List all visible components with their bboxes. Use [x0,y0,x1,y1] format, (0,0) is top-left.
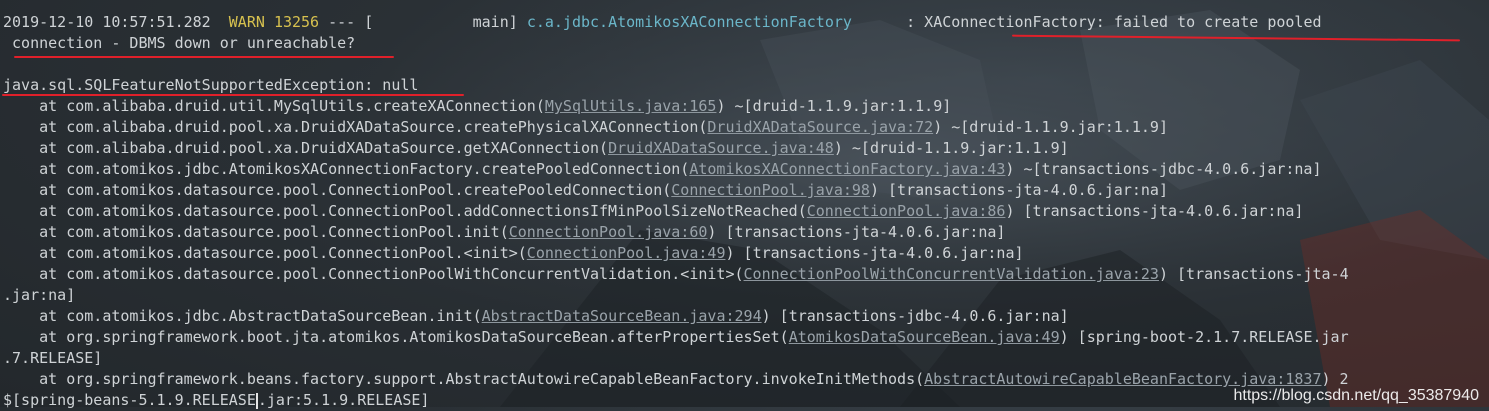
last-line: $[spring-beans-5.1.9.RELEASE .jar:5.1.9.R… [3,390,429,411]
stack-frame-jar-info: ) [transactions-jdbc-4.0.6.jar:na] [761,307,1069,325]
stack-frame-source-link[interactable]: DruidXADataSource.java:72 [707,118,933,136]
stack-frame-jar-info: ) [transactions-jta-4.0.6.jar:na] [1005,202,1304,220]
stack-frame-jar-info: ) ~[druid-1.1.9.jar:1.1.9] [833,139,1069,157]
stack-frame-line: at com.atomikos.datasource.pool.Connecti… [3,243,1024,264]
stack-frame-source-link[interactable]: DruidXADataSource.java:48 [608,139,834,157]
stack-frame-method: at com.atomikos.datasource.pool.Connecti… [3,181,672,199]
stack-frame-method: at com.alibaba.druid.util.MySqlUtils.cre… [3,97,545,115]
stack-frame-source-link[interactable]: AbstractAutowireCapableBeanFactory.java:… [924,370,1321,388]
last-line-after-cursor: .jar:5.1.9.RELEASE] [257,391,430,409]
log-timestamp: 2019-12-10 10:57:51.282 [3,13,211,31]
highlight-underline-exception [2,94,464,96]
log-separator: --- [ [328,13,374,31]
highlight-underline-message [1012,34,1460,42]
stack-frame-line: at com.atomikos.jdbc.AbstractDataSourceB… [3,306,1069,327]
stack-frame-jar-info: ) ~[transactions-jdbc-4.0.6.jar:na] [1005,160,1322,178]
watermark-text: https://blog.csdn.net/qq_35387940 [1233,387,1479,404]
exception-text: java.sql.SQLFeatureNotSupportedException… [3,76,419,94]
stack-frame-jar-info: ) ~[druid-1.1.9.jar:1.1.9] [933,118,1168,136]
log-message-line2: connection - DBMS down or unreachable? [3,33,355,54]
stack-frame-line: at com.atomikos.datasource.pool.Connecti… [3,201,1303,222]
log-colon: : [906,13,916,31]
stack-frame-line: .jar:na] [3,285,75,306]
stack-frame-line: at org.springframework.boot.jta.atomikos… [3,327,1349,348]
stack-frame-source-link[interactable]: AbstractDataSourceBean.java:294 [482,307,762,325]
log-message-part2: connection - DBMS down or unreachable? [12,34,356,52]
stack-frame-line: at com.alibaba.druid.util.MySqlUtils.cre… [3,96,951,117]
stack-frame-jar-info: ) [transactions-jta-4.0.6.jar:na] [707,223,1006,241]
stack-frame-source-link[interactable]: ConnectionPool.java:49 [527,244,726,262]
highlight-underline-message2 [14,56,394,58]
last-line-before-cursor: $[spring-beans-5.1.9.RELEASE [3,391,256,409]
stack-frame-method: at com.atomikos.jdbc.AtomikosXAConnectio… [3,160,690,178]
stack-frame-jar-info: ) [transactions-jta-4 [1158,265,1349,283]
stack-frame-source-link[interactable]: ConnectionPool.java:60 [509,223,708,241]
log-pid: 13256 [273,13,320,31]
terminal-console[interactable]: 2019-12-10 10:57:51.282 WARN 13256 --- [… [0,0,1489,409]
stack-frame-method: .7.RELEASE] [3,349,103,367]
log-level: WARN [228,13,265,31]
stack-frame-jar-info: ) [spring-boot-2.1.7.RELEASE.jar [1059,328,1349,346]
log-logger-name: c.a.jdbc.AtomikosXAConnectionFactory [526,13,852,31]
stack-frame-method: at com.atomikos.datasource.pool.Connecti… [3,265,744,283]
stack-frame-line: at org.springframework.beans.factory.sup… [3,369,1349,390]
stack-frame-source-link[interactable]: ConnectionPoolWithConcurrentValidation.j… [744,265,1159,283]
stack-frame-line: at com.atomikos.jdbc.AtomikosXAConnectio… [3,159,1322,180]
stack-frame-method: at com.atomikos.datasource.pool.Connecti… [3,244,527,262]
stack-frame-jar-info: ) ~[druid-1.1.9.jar:1.1.9] [716,97,952,115]
stack-frame-jar-info: ) 2 [1321,370,1349,388]
log-thread: main] [373,13,518,31]
stack-frame-line: at com.alibaba.druid.pool.xa.DruidXAData… [3,117,1168,138]
stack-frame-jar-info: ) [transactions-jta-4.0.6.jar:na] [869,181,1168,199]
log-message-part1: XAConnectionFactory: failed to create po… [924,13,1322,31]
stack-frame-method: at org.springframework.boot.jta.atomikos… [3,328,789,346]
stack-frame-line: .7.RELEASE] [3,348,102,369]
log-header-line: 2019-12-10 10:57:51.282 WARN 13256 --- [… [3,12,1322,33]
stack-frame-line: at com.atomikos.datasource.pool.Connecti… [3,222,1005,243]
exception-line: java.sql.SQLFeatureNotSupportedException… [3,75,418,96]
stack-frame-source-link[interactable]: AtomikosDataSourceBean.java:49 [789,328,1060,346]
stack-frame-method: at com.alibaba.druid.pool.xa.DruidXAData… [3,118,708,136]
stack-frame-method: .jar:na] [3,286,76,304]
stack-frame-source-link[interactable]: AtomikosXAConnectionFactory.java:43 [689,160,1005,178]
stack-frame-method: at com.atomikos.datasource.pool.Connecti… [3,223,509,241]
stack-frame-method: at org.springframework.beans.factory.sup… [3,370,925,388]
stack-frame-method: at com.atomikos.jdbc.AbstractDataSourceB… [3,307,482,325]
stack-frame-source-link[interactable]: MySqlUtils.java:165 [545,97,717,115]
stack-frame-source-link[interactable]: ConnectionPool.java:86 [807,202,1006,220]
stack-frame-method: at com.atomikos.datasource.pool.Connecti… [3,202,807,220]
stack-frame-method: at com.alibaba.druid.pool.xa.DruidXAData… [3,139,609,157]
stack-frame-source-link[interactable]: ConnectionPool.java:98 [671,181,870,199]
stack-frame-jar-info: ) [transactions-jta-4.0.6.jar:na] [725,244,1024,262]
stack-frame-line: at com.alibaba.druid.pool.xa.DruidXAData… [3,138,1069,159]
stack-frame-line: at com.atomikos.datasource.pool.Connecti… [3,264,1349,285]
stack-frame-line: at com.atomikos.datasource.pool.Connecti… [3,180,1168,201]
